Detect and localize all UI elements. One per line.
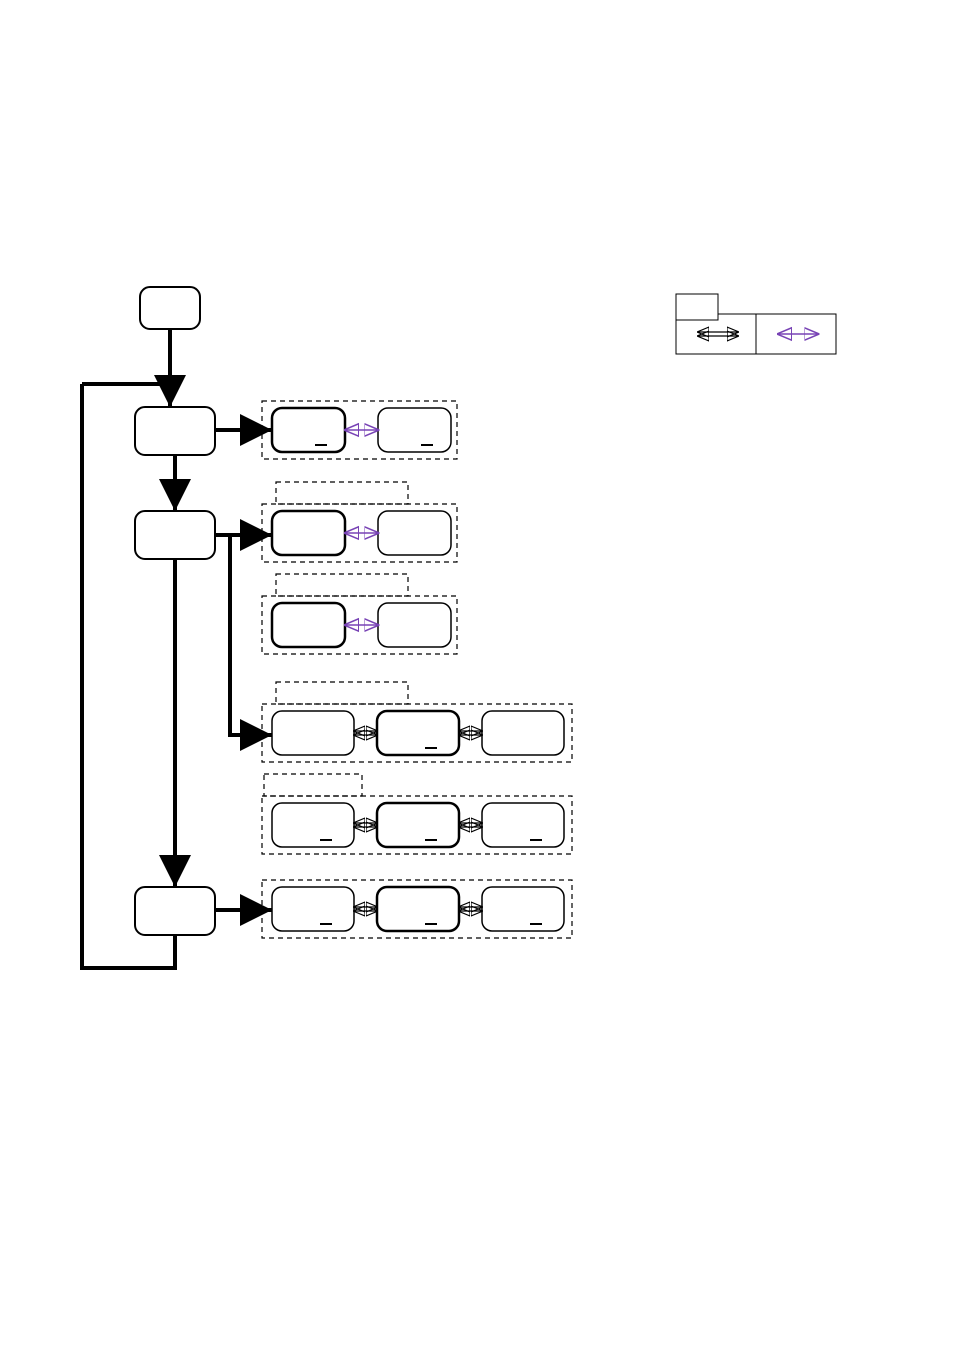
legend [676, 294, 836, 354]
group3a-conn-1 [459, 731, 482, 735]
group3a-tab [276, 682, 408, 704]
group3b-tab [264, 774, 362, 796]
group1-node-0 [272, 408, 345, 452]
group2a-node-0 [272, 511, 345, 555]
group2b-node-0 [272, 603, 345, 647]
feedback-loop [82, 384, 175, 968]
group2b-node-1 [378, 603, 451, 647]
group4-node-0 [272, 887, 354, 931]
group4-node-2 [482, 887, 564, 931]
group3b-node-2 [482, 803, 564, 847]
group1-node-1 [378, 408, 451, 452]
left-node-0 [135, 407, 215, 455]
group3b-node-0 [272, 803, 354, 847]
group4-node-1 [377, 887, 459, 931]
group4-conn-0 [354, 907, 377, 911]
arrow-n1-bent-to-g3a [230, 560, 272, 735]
group3b-node-1 [377, 803, 459, 847]
group3a-conn-0 [354, 731, 377, 735]
left-node-2 [135, 887, 215, 935]
legend-tab [676, 294, 718, 320]
group3b-conn-1 [459, 823, 482, 827]
group2a-node-1 [378, 511, 451, 555]
group2b-tab [276, 574, 408, 596]
group3a-node-0 [272, 711, 354, 755]
left-node-1 [135, 511, 215, 559]
group2a-tab [276, 482, 408, 504]
group4-conn-1 [459, 907, 482, 911]
start-node [140, 287, 200, 329]
diagram-svg [0, 0, 954, 1348]
group3a-node-2 [482, 711, 564, 755]
group3b-conn-0 [354, 823, 377, 827]
group3a-node-1 [377, 711, 459, 755]
